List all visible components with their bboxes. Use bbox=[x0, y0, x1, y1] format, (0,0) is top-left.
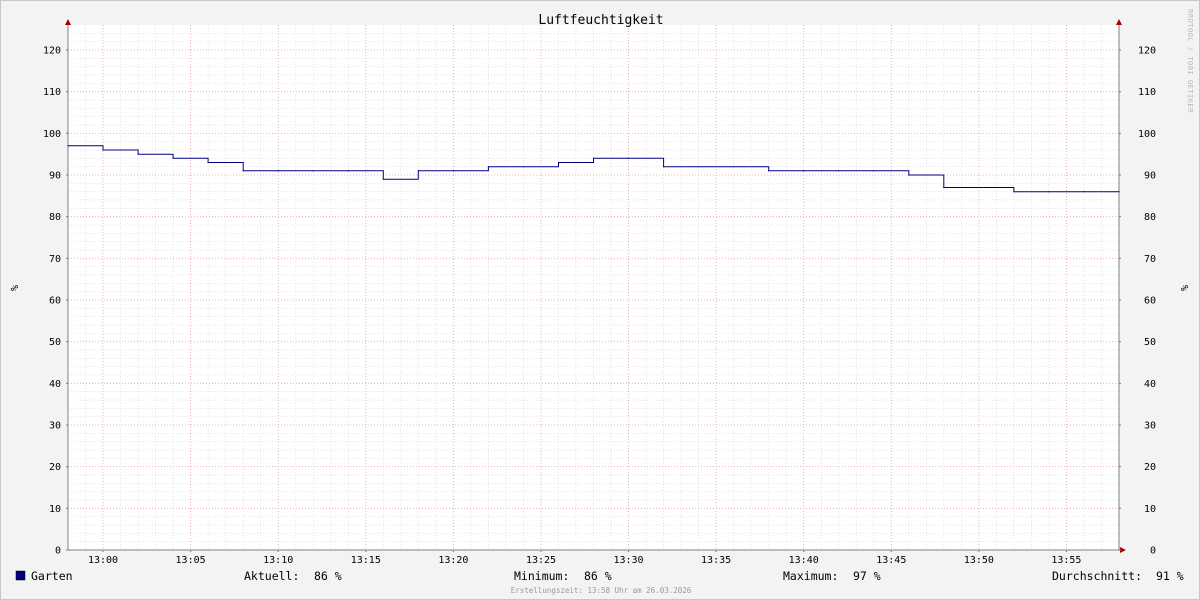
data-point bbox=[838, 170, 840, 172]
data-point bbox=[172, 157, 174, 159]
x-tick-label: 13:45 bbox=[876, 555, 906, 566]
legend-min-value: 86 % bbox=[584, 569, 612, 583]
y-axis-label-left: % bbox=[8, 285, 19, 291]
chart-title: Luftfeuchtigkeit bbox=[538, 13, 663, 28]
y-tick-label-left: 40 bbox=[49, 379, 61, 390]
data-point bbox=[873, 170, 875, 172]
data-point bbox=[102, 149, 104, 151]
legend-max-value: 97 % bbox=[853, 569, 881, 583]
y-tick-label-left: 80 bbox=[49, 212, 61, 223]
data-point bbox=[592, 157, 595, 159]
y-tick-label-right: 20 bbox=[1144, 462, 1156, 473]
data-point bbox=[803, 170, 805, 172]
data-point bbox=[978, 186, 980, 189]
y-tick-label-right: 110 bbox=[1138, 87, 1156, 98]
legend-current-label: Aktuell: bbox=[244, 569, 299, 583]
y-tick-label-right: 60 bbox=[1144, 296, 1156, 307]
data-point bbox=[277, 170, 279, 172]
data-point bbox=[908, 174, 910, 176]
data-point bbox=[382, 178, 384, 180]
legend-swatch bbox=[15, 570, 26, 581]
y-tick-label-left: 60 bbox=[49, 296, 61, 307]
data-point bbox=[487, 166, 489, 168]
y-axis-arrow-left bbox=[65, 19, 71, 25]
y-tick-label-left: 90 bbox=[49, 171, 61, 182]
data-point bbox=[733, 166, 735, 168]
x-tick-label: 13:35 bbox=[701, 555, 731, 566]
x-tick-label: 13:15 bbox=[351, 555, 381, 566]
legend-max-label: Maximum: bbox=[783, 569, 838, 583]
data-point bbox=[67, 145, 69, 147]
data-point bbox=[207, 161, 209, 164]
y-tick-label-right: 90 bbox=[1144, 171, 1156, 182]
legend-avg-value: 91 % bbox=[1156, 569, 1184, 583]
y-axis-label-right: % bbox=[1178, 285, 1189, 291]
y-tick-label-right: 100 bbox=[1138, 129, 1156, 140]
x-tick-label: 13:00 bbox=[88, 555, 118, 566]
legend-current-value: 86 % bbox=[314, 569, 342, 583]
y-tick-label-right: 10 bbox=[1144, 504, 1156, 515]
x-tick-label: 13:05 bbox=[176, 555, 206, 566]
data-point bbox=[347, 170, 349, 172]
y-tick-label-right: 0 bbox=[1150, 546, 1156, 557]
legend-min-label: Minimum: bbox=[514, 569, 569, 583]
y-tick-label-left: 110 bbox=[43, 87, 61, 98]
y-tick-label-left: 20 bbox=[49, 462, 61, 473]
chart-svg: 0 0 10 10 20 20 30 30 40 40 50 50 60 60 70 70 80 80 90 90 10… bbox=[8, 9, 1194, 595]
x-tick-label: 13:20 bbox=[438, 555, 468, 566]
data-point bbox=[242, 170, 244, 172]
data-point bbox=[943, 186, 945, 189]
y-tick-label-left: 120 bbox=[43, 46, 61, 57]
data-point bbox=[1083, 191, 1085, 193]
y-tick-label-right: 40 bbox=[1144, 379, 1156, 390]
data-point bbox=[768, 170, 770, 172]
y-tick-label-left: 100 bbox=[43, 129, 61, 140]
data-point bbox=[1118, 191, 1120, 193]
x-tick-label: 13:30 bbox=[613, 555, 643, 566]
x-tick-label: 13:40 bbox=[789, 555, 819, 566]
y-tick-label-right: 30 bbox=[1144, 421, 1156, 432]
data-point bbox=[1013, 191, 1015, 193]
y-axis-arrow-right bbox=[1116, 19, 1122, 25]
data-point bbox=[452, 170, 454, 172]
x-tick-label: 13:10 bbox=[263, 555, 293, 566]
y-tick-label-left: 30 bbox=[49, 421, 61, 432]
y-tick-label-left: 50 bbox=[49, 337, 61, 348]
y-tick-label-right: 50 bbox=[1144, 337, 1156, 348]
y-tick-label-right: 70 bbox=[1144, 254, 1156, 265]
data-point bbox=[557, 161, 560, 164]
legend-avg-label: Durchschnitt: bbox=[1052, 569, 1142, 583]
x-tick-label: 13:25 bbox=[526, 555, 556, 566]
x-tick-label: 13:55 bbox=[1051, 555, 1081, 566]
data-point bbox=[312, 170, 314, 172]
watermark-text: RRDTOOL / TOBI OETIKER bbox=[1186, 9, 1194, 113]
y-tick-label-left: 0 bbox=[55, 546, 61, 557]
data-point bbox=[627, 157, 630, 159]
y-tick-label-right: 120 bbox=[1138, 46, 1156, 57]
y-tick-label-left: 10 bbox=[49, 504, 61, 515]
data-point bbox=[663, 166, 665, 168]
y-tick-label-left: 70 bbox=[49, 254, 61, 265]
y-tick-label-right: 80 bbox=[1144, 212, 1156, 223]
data-point bbox=[522, 166, 525, 168]
footer-timestamp: Erstellungszeit: 13:58 Uhr am 26.03.2026 bbox=[511, 586, 692, 595]
data-point bbox=[417, 170, 419, 172]
x-tick-label: 13:50 bbox=[964, 555, 994, 566]
data-point bbox=[137, 153, 139, 155]
legend-series-name: Garten bbox=[31, 569, 73, 583]
data-point bbox=[1048, 191, 1050, 193]
chart-window: 0 0 10 10 20 20 30 30 40 40 50 50 60 60 70 70 80 80 90 90 10… bbox=[0, 0, 1200, 600]
data-point bbox=[698, 166, 700, 168]
